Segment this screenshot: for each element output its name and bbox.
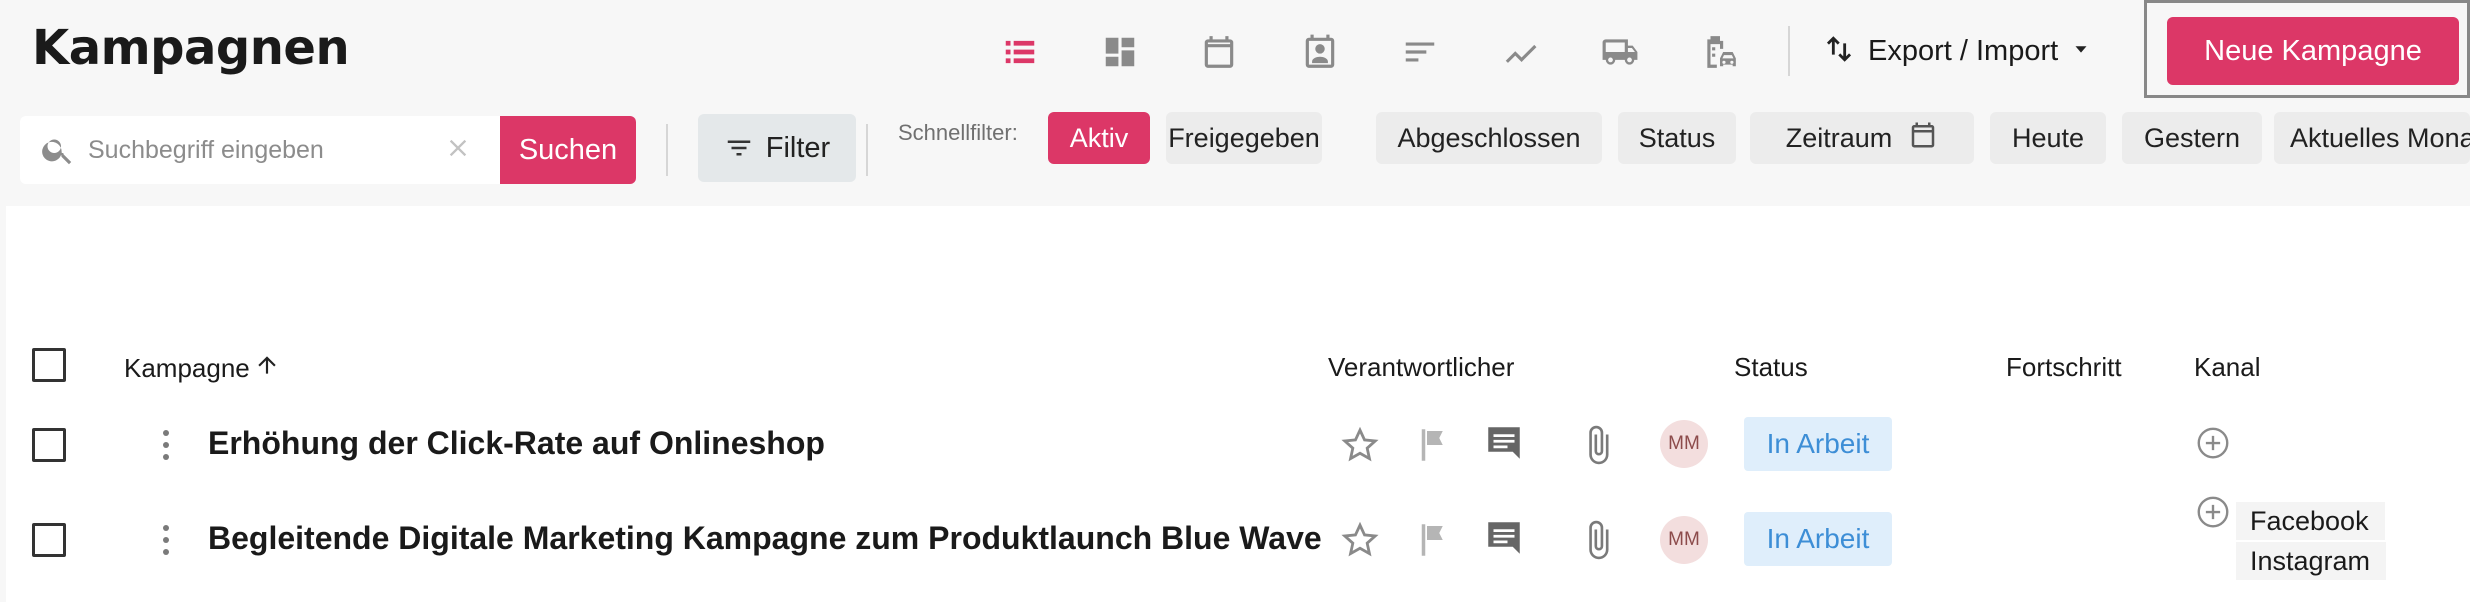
search-button[interactable]: Suchen xyxy=(500,116,636,184)
search-input[interactable] xyxy=(88,135,448,165)
quick-filter-chip-aktuelles-monat[interactable]: Aktuelles Monat xyxy=(2274,112,2470,164)
export-import-button[interactable]: Export / Import xyxy=(1822,26,2092,76)
attachment-icon[interactable] xyxy=(1576,423,1620,467)
column-header-verantwortlicher[interactable]: Verantwortlicher xyxy=(1328,352,1514,383)
quick-filter-chip-aktiv[interactable]: Aktiv xyxy=(1048,112,1150,164)
sort-lines-icon[interactable] xyxy=(1398,30,1442,74)
page-title: Kampagnen xyxy=(32,20,350,76)
attachment-icon[interactable] xyxy=(1576,518,1620,562)
star-icon[interactable] xyxy=(1338,423,1382,467)
comment-icon[interactable] xyxy=(1482,516,1526,560)
search-box xyxy=(20,116,500,184)
sort-ascending-icon xyxy=(254,352,280,385)
quick-filter-chip-gestern[interactable]: Gestern xyxy=(2122,112,2262,164)
new-campaign-focus-frame: Neue Kampagne xyxy=(2144,0,2470,98)
column-header-fortschritt[interactable]: Fortschritt xyxy=(2006,352,2122,383)
quickfilter-divider xyxy=(866,124,868,176)
quick-filter-chip-heute[interactable]: Heute xyxy=(1990,112,2106,164)
avatar[interactable]: MM xyxy=(1660,516,1708,564)
column-header-label: Kampagne xyxy=(124,353,250,383)
channel-tag-facebook[interactable]: Facebook xyxy=(2236,502,2385,540)
column-header-kanal[interactable]: Kanal xyxy=(2194,352,2261,383)
search-icon xyxy=(40,132,76,168)
select-all-checkbox[interactable] xyxy=(32,348,66,382)
truck-icon[interactable] xyxy=(1598,30,1642,74)
row-menu-icon[interactable] xyxy=(156,522,176,558)
column-header-kampagne[interactable]: Kampagne xyxy=(124,352,280,385)
chevron-down-icon xyxy=(2070,38,2092,64)
timeline-chart-icon[interactable] xyxy=(1498,30,1542,74)
star-icon[interactable] xyxy=(1338,518,1382,562)
quick-filter-chip-abgeschlossen[interactable]: Abgeschlossen xyxy=(1376,112,1602,164)
calendar-icon[interactable] xyxy=(1197,30,1241,74)
column-header-status[interactable]: Status xyxy=(1734,352,1808,383)
channel-tag-instagram[interactable]: Instagram xyxy=(2236,542,2387,580)
clear-search-icon[interactable] xyxy=(440,130,476,166)
avatar[interactable]: MM xyxy=(1660,420,1708,468)
row-menu-icon[interactable] xyxy=(156,427,176,463)
comment-icon[interactable] xyxy=(1482,421,1526,465)
campaign-title[interactable]: Begleitende Digitale Marketing Kampagne … xyxy=(208,520,1322,557)
filter-button-label: Filter xyxy=(765,131,831,164)
export-import-label: Export / Import xyxy=(1868,34,2059,67)
dashboard-view-icon[interactable] xyxy=(1098,30,1142,74)
filter-divider xyxy=(666,124,668,176)
add-channel-icon[interactable] xyxy=(2194,493,2232,531)
zeitraum-label: Zeitraum xyxy=(1785,122,1893,153)
filter-button[interactable]: Filter xyxy=(698,114,856,182)
filter-lines-icon xyxy=(727,140,751,156)
flag-icon[interactable] xyxy=(1412,423,1456,467)
new-campaign-button[interactable]: Neue Kampagne xyxy=(2167,17,2459,85)
building-car-icon[interactable] xyxy=(1698,30,1742,74)
calendar-badge-icon[interactable] xyxy=(1298,30,1342,74)
flag-icon[interactable] xyxy=(1412,518,1456,562)
row-checkbox[interactable] xyxy=(32,428,66,462)
quick-filter-chip-freigegeben[interactable]: Freigegeben xyxy=(1166,112,1322,164)
status-badge: In Arbeit xyxy=(1744,512,1892,566)
list-view-icon[interactable] xyxy=(998,30,1042,74)
quick-filter-chip-zeitraum[interactable]: Zeitraum xyxy=(1750,112,1974,164)
header-divider xyxy=(1788,26,1790,76)
row-checkbox[interactable] xyxy=(32,523,66,557)
swap-vertical-icon xyxy=(1822,32,1856,70)
quick-filter-label: Schnellfilter: xyxy=(898,120,1018,145)
campaign-title[interactable]: Erhöhung der Click-Rate auf Onlineshop xyxy=(208,425,825,462)
calendar-icon xyxy=(1892,120,1938,157)
add-channel-icon[interactable] xyxy=(2194,424,2232,462)
quick-filter-chip-status[interactable]: Status xyxy=(1618,112,1736,164)
status-badge: In Arbeit xyxy=(1744,417,1892,471)
